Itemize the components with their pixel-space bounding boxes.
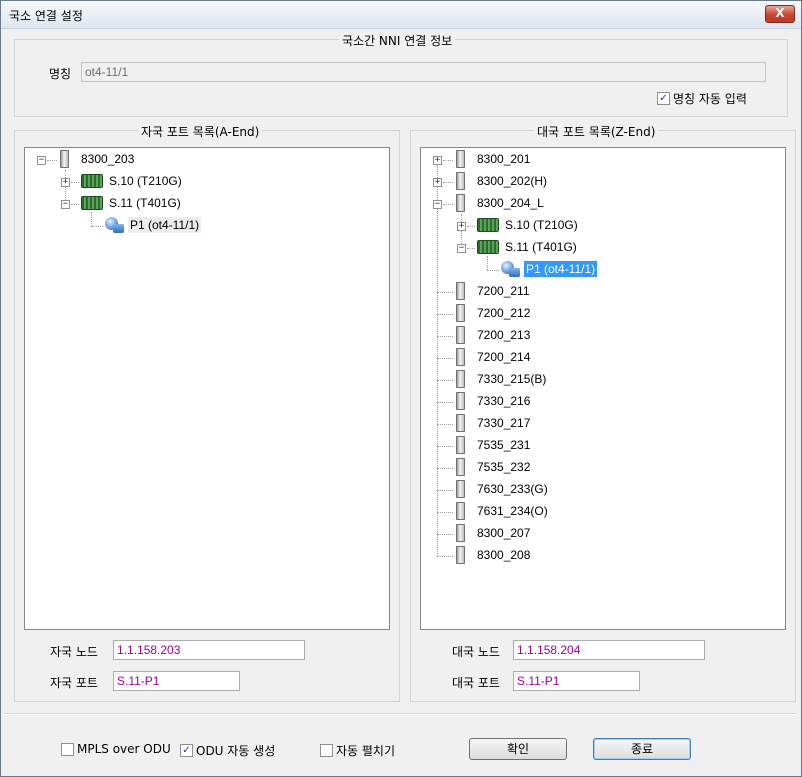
tree-node-8300-204-l[interactable]: 8300_204_L [456, 192, 546, 214]
title-bar[interactable]: 국소 연결 설정 X [1, 1, 801, 29]
tree-node-s11[interactable]: S.11 (T401G) [81, 192, 183, 214]
z-port-field[interactable]: S.11-P1 [513, 671, 640, 691]
tree-node-port-p1[interactable]: P1 (ot4-11/1) [103, 214, 202, 236]
device-rack-icon [456, 546, 465, 564]
tree-node-z-s10[interactable]: S.10 (T210G) [477, 214, 580, 236]
board-card-icon [477, 240, 499, 254]
device-rack-icon [456, 392, 465, 410]
collapse-icon[interactable]: − [457, 244, 466, 253]
odu-check-icon[interactable]: ✓ [180, 744, 193, 757]
tree-node-device[interactable]: 7630_233(G) [456, 478, 550, 500]
device-rack-icon [456, 172, 465, 190]
port-icon [103, 216, 125, 234]
odu-label: ODU 자동 생성 [196, 744, 276, 758]
device-rack-icon [456, 326, 465, 344]
nni-group-title: 국소간 NNI 연결 정보 [339, 32, 456, 49]
tree-node-device[interactable]: 7535_232 [456, 456, 532, 478]
a-port-field[interactable]: S.11-P1 [113, 671, 240, 691]
tree-node-device[interactable]: 7330_217 [456, 412, 532, 434]
a-end-port-tree[interactable]: − 8300_203 + S.10 (T210G) − S.11 (T401G)… [24, 147, 390, 630]
tree-node-device[interactable]: 7200_214 [456, 346, 532, 368]
a-node-label: 자국 노드 [50, 645, 98, 659]
tree-node-device[interactable]: 8300_207 [456, 522, 532, 544]
tree-node-8300-201[interactable]: 8300_201 [456, 148, 532, 170]
device-rack-icon [456, 304, 465, 322]
auto-name-label: 명칭 자동 입력 [673, 92, 747, 106]
tree-node-device[interactable]: 7200_212 [456, 302, 532, 324]
z-node-label: 대국 노드 [452, 645, 500, 659]
port-icon [499, 260, 521, 278]
device-rack-icon [60, 150, 69, 168]
device-rack-icon [456, 480, 465, 498]
expand-icon[interactable]: + [433, 156, 442, 165]
tree-node-device[interactable]: 7330_216 [456, 390, 532, 412]
auto-expand-checkbox[interactable]: 자동 펼치기 [320, 742, 395, 759]
board-card-icon [81, 196, 103, 210]
mpls-over-odu-checkbox[interactable]: MPLS over ODU [61, 742, 171, 756]
device-rack-icon [456, 458, 465, 476]
mpls-check-icon[interactable] [61, 742, 74, 756]
footer-separator [5, 713, 797, 715]
expand-icon[interactable]: + [433, 178, 442, 187]
connection-settings-dialog: 국소 연결 설정 X 국소간 NNI 연결 정보 명칭 ot4-11/1 ✓ 명… [0, 0, 802, 777]
auto-name-check-icon[interactable]: ✓ [657, 92, 670, 105]
tree-node-device[interactable]: 7330_215(B) [456, 368, 548, 390]
expand-check-icon[interactable] [320, 744, 333, 757]
tree-node-8300-202h[interactable]: 8300_202(H) [456, 170, 549, 192]
tree-node-device[interactable]: 7535_231 [456, 434, 532, 456]
tree-node-z-port-p1[interactable]: P1 (ot4-11/1) [499, 258, 598, 280]
a-end-group-title: 자국 포트 목록(A-End) [138, 123, 263, 140]
z-node-field[interactable]: 1.1.158.204 [513, 640, 705, 660]
board-card-icon [81, 174, 103, 188]
tree-node-device[interactable]: 8300_208 [456, 544, 532, 566]
device-rack-icon [456, 194, 465, 212]
expand-label: 자동 펼치기 [336, 744, 396, 758]
board-card-icon [477, 218, 499, 232]
name-field[interactable]: ot4-11/1 [81, 62, 766, 82]
device-rack-icon [456, 150, 465, 168]
collapse-icon[interactable]: − [37, 156, 46, 165]
collapse-icon[interactable]: − [433, 200, 442, 209]
mpls-label: MPLS over ODU [77, 742, 171, 756]
name-label: 명칭 [49, 67, 72, 81]
tree-node-device[interactable]: 7631_234(O) [456, 500, 550, 522]
expand-icon[interactable]: + [61, 178, 70, 187]
tree-node-s10[interactable]: S.10 (T210G) [81, 170, 184, 192]
close-window-button[interactable]: X [765, 5, 795, 23]
z-end-port-tree[interactable]: + 8300_201 + 8300_202(H) − 8300_204_L + … [420, 147, 786, 630]
odu-auto-create-checkbox[interactable]: ✓ ODU 자동 생성 [180, 742, 275, 759]
auto-name-checkbox[interactable]: ✓ 명칭 자동 입력 [657, 90, 747, 107]
tree-node-8300-203[interactable]: 8300_203 [60, 148, 136, 170]
a-port-label: 자국 포트 [50, 676, 98, 690]
device-rack-icon [456, 282, 465, 300]
window-title: 국소 연결 설정 [9, 9, 83, 23]
tree-node-z-s11[interactable]: S.11 (T401G) [477, 236, 579, 258]
device-rack-icon [456, 524, 465, 542]
device-rack-icon [456, 348, 465, 366]
device-rack-icon [456, 370, 465, 388]
device-rack-icon [456, 414, 465, 432]
z-port-label: 대국 포트 [452, 676, 500, 690]
expand-icon[interactable]: + [457, 222, 466, 231]
collapse-icon[interactable]: − [61, 200, 70, 209]
tree-node-device[interactable]: 7200_211 [456, 280, 532, 302]
ok-button[interactable]: 확인 [469, 738, 567, 760]
a-node-field[interactable]: 1.1.158.203 [113, 640, 305, 660]
device-rack-icon [456, 502, 465, 520]
close-button[interactable]: 종료 [593, 738, 691, 760]
tree-node-device[interactable]: 7200_213 [456, 324, 532, 346]
z-end-group-title: 대국 포트 목록(Z-End) [534, 123, 659, 140]
device-rack-icon [456, 436, 465, 454]
